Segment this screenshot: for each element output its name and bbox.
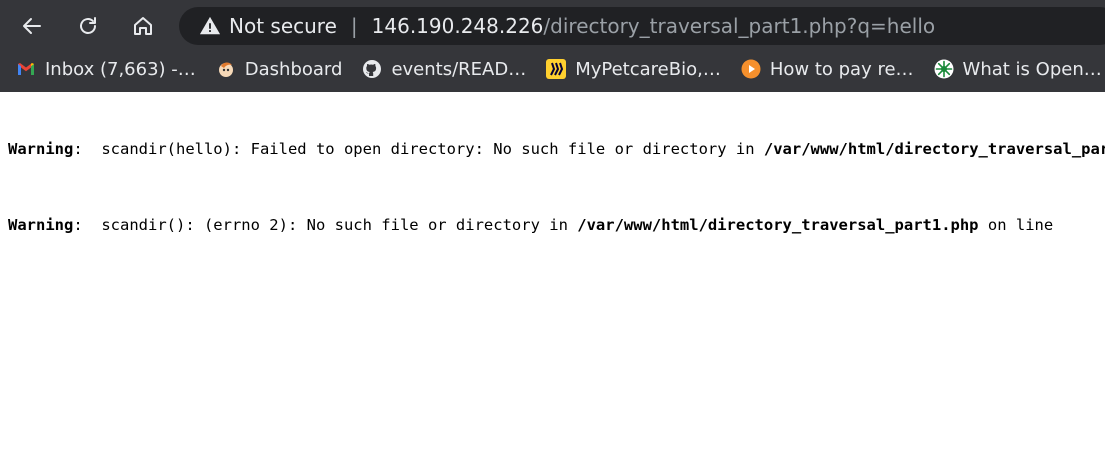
bookmark-label: events/READ… [391, 58, 527, 80]
bookmark-label: What is Open… [962, 58, 1102, 80]
bookmark-what-is-open[interactable]: What is Open… [934, 59, 1102, 80]
warning-label: Warning [8, 140, 74, 158]
bookmark-dashboard[interactable]: Dashboard [216, 58, 343, 80]
warning-label: Warning [8, 216, 74, 234]
bookmark-label: MyPetcareBio,… [575, 58, 721, 80]
home-icon [134, 17, 152, 35]
bookmark-how-to-pay[interactable]: How to pay re… [741, 59, 914, 80]
browser-toolbar: Not secure | 146.190.248.226/directory_t… [0, 0, 1105, 52]
bookmark-github[interactable]: events/READ… [362, 59, 526, 80]
warning-message: scandir(hello): Failed to open directory… [101, 140, 764, 158]
openai-icon [934, 59, 954, 79]
bookmarks-bar: Inbox (7,663) -… Dashboard events/READ… … [0, 52, 1105, 86]
warning-file-path: /var/www/html/directory_traversal_part1.… [763, 140, 1105, 158]
bookmark-gmail[interactable]: Inbox (7,663) -… [16, 59, 196, 80]
miro-icon [546, 59, 567, 79]
reload-icon [80, 17, 96, 34]
warning-triangle-icon[interactable] [199, 15, 221, 37]
bookmark-label: Inbox (7,663) -… [45, 58, 196, 80]
home-button[interactable] [127, 10, 159, 42]
back-arrow-icon [23, 18, 41, 34]
browser-chrome: Not secure | 146.190.248.226/directory_t… [0, 0, 1105, 92]
bookmark-miro[interactable]: MyPetcareBio,… [546, 59, 721, 80]
php-warning-1: Warning: scandir(hello): Failed to open … [8, 140, 1105, 158]
url-path[interactable]: /directory_traversal_part1.php?q=hello [543, 14, 935, 38]
gmail-icon [16, 59, 36, 79]
play-icon [741, 59, 761, 79]
dashboard-icon [216, 59, 236, 79]
github-icon [362, 59, 382, 79]
address-bar[interactable]: Not secure | 146.190.248.226/directory_t… [179, 7, 1105, 45]
php-warning-2: Warning: scandir(): (errno 2): No such f… [8, 216, 1054, 234]
warning-suffix: on line [978, 216, 1054, 234]
security-status[interactable]: Not secure [229, 14, 337, 38]
bookmark-label: Dashboard [244, 58, 343, 80]
warning-message: scandir(): (errno 2): No such file or di… [101, 216, 578, 234]
bookmark-label: How to pay re… [769, 58, 914, 80]
reload-button[interactable] [72, 10, 104, 42]
address-separator: | [350, 14, 358, 38]
url-host[interactable]: 146.190.248.226 [372, 14, 544, 38]
warning-file-path: /var/www/html/directory_traversal_part1.… [577, 216, 979, 234]
back-button[interactable] [16, 10, 48, 42]
